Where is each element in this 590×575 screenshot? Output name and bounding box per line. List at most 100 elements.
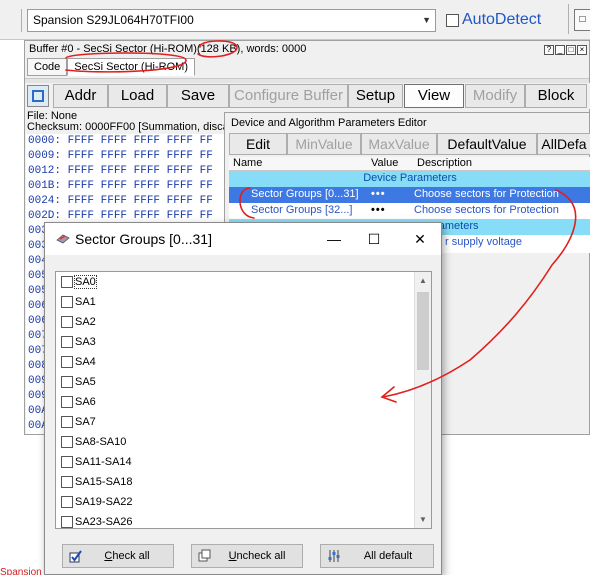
check-all-text: heck all <box>112 550 150 562</box>
device-select-value: Spansion S29JL064H70TFI00 <box>33 13 194 27</box>
sector-list[interactable]: ▲ ▼ SA0 SA1 SA2 SA3 SA4 SA5 SA6 SA7 SA8-SA10 SA11… <box>55 271 432 529</box>
tab-code[interactable]: Code <box>27 58 68 76</box>
checkbox-icon[interactable] <box>61 416 73 429</box>
load-button[interactable]: Load <box>108 84 167 108</box>
buffer-tabs: Code SecSi Sector (Hi-ROM) <box>27 58 195 78</box>
default-value-button[interactable]: DefaultValue <box>437 133 537 155</box>
column-value[interactable]: Value <box>371 157 398 170</box>
check-all-label: Check all <box>63 545 173 567</box>
max-value-button[interactable]: MaxValue <box>361 133 437 155</box>
sector-checkbox-item[interactable]: SA2 <box>61 313 96 331</box>
param-row-sector-groups-0-31[interactable]: Sector Groups [0...31] ••• Choose sector… <box>229 187 590 203</box>
file-info: File: None Checksum: 0000FF00 [Summation… <box>27 111 239 133</box>
sector-checkbox-item[interactable]: SA5 <box>61 373 96 391</box>
buffer-window-controls: ? _ □ × <box>543 43 587 55</box>
sector-label: SA19-SA22 <box>75 496 133 509</box>
sector-checkbox-item[interactable]: SA3 <box>61 333 96 351</box>
addr-button[interactable]: Addr <box>53 84 108 108</box>
sector-checkbox-item[interactable]: SA4 <box>61 353 96 371</box>
edit-button[interactable]: Edit <box>229 133 287 155</box>
sector-label: SA11-SA14 <box>75 456 132 469</box>
scrollbar[interactable]: ▲ ▼ <box>414 272 431 528</box>
param-description: r supply voltage <box>445 236 523 248</box>
sector-checkbox-item[interactable]: SA19-SA22 <box>61 493 132 511</box>
check-all-button[interactable]: Check all <box>62 544 174 568</box>
param-value: ••• <box>371 188 386 200</box>
autodetect-checkbox[interactable]: AutoDetect <box>446 11 541 29</box>
help-icon[interactable]: ? <box>544 45 554 55</box>
scroll-up-icon[interactable]: ▲ <box>415 272 431 289</box>
group-row-device-parameters[interactable]: Device Parameters <box>229 171 590 187</box>
buffer-title-size: (128 KB) <box>196 43 241 55</box>
main-toolbar: Spansion S29JL064H70TFI00 ▼ AutoDetect □ <box>0 0 590 40</box>
configure-buffer-button[interactable]: Configure Buffer <box>229 84 348 108</box>
sector-label: SA3 <box>75 336 96 349</box>
hex-row: 0024: FFFF FFFF FFFF FFFF FF <box>28 195 213 207</box>
param-row-sector-groups-32[interactable]: Sector Groups [32...] ••• Choose sectors… <box>229 203 590 219</box>
sector-checkbox-item[interactable]: SA6 <box>61 393 96 411</box>
device-select[interactable]: Spansion S29JL064H70TFI00 ▼ <box>27 9 436 32</box>
save-button[interactable]: Save <box>167 84 229 108</box>
maximize-icon[interactable]: □ <box>566 45 576 55</box>
view-button[interactable]: View <box>404 84 464 108</box>
checkbox-icon[interactable] <box>61 356 73 369</box>
min-value-button[interactable]: MinValue <box>287 133 361 155</box>
maximize-icon[interactable]: ☐ <box>363 229 385 249</box>
hex-row: 0009: FFFF FFFF FFFF FFFF FF <box>28 150 213 162</box>
sector-label: SA1 <box>75 296 96 309</box>
parameters-header: Name Value Description <box>229 157 590 171</box>
sector-checkbox-item[interactable]: SA15-SA18 <box>61 473 132 491</box>
close-icon[interactable]: × <box>577 45 587 55</box>
close-icon[interactable]: ✕ <box>409 229 431 249</box>
all-default-dialog-button[interactable]: All default <box>320 544 434 568</box>
checkbox-icon[interactable] <box>61 516 73 528</box>
checkbox-icon[interactable] <box>61 436 73 449</box>
modify-button[interactable]: Modify <box>465 84 525 108</box>
minimize-icon[interactable]: _ <box>555 45 565 55</box>
buffer-title-words: , words: 0000 <box>240 43 307 55</box>
uncheck-all-label: Uncheck all <box>192 545 302 567</box>
column-description[interactable]: Description <box>417 157 472 170</box>
scroll-thumb[interactable] <box>417 292 429 370</box>
checkbox-icon <box>446 13 459 27</box>
dialog-title: Sector Groups [0...31] <box>75 231 212 247</box>
sector-checkbox-item[interactable]: SA11-SA14 <box>61 453 132 471</box>
checkbox-icon[interactable] <box>61 496 73 509</box>
sector-label: SA4 <box>75 356 96 369</box>
sector-label: SA15-SA18 <box>75 476 133 489</box>
uncheck-all-text: ncheck all <box>236 550 286 562</box>
sector-checkbox-item[interactable]: SA0 <box>61 273 97 291</box>
checkbox-icon[interactable] <box>61 376 73 389</box>
checkbox-icon[interactable] <box>61 476 73 489</box>
chip-icon <box>56 234 70 244</box>
dialog-titlebar[interactable]: Sector Groups [0...31] — ☐ ✕ <box>45 223 441 255</box>
sector-label: SA23-SA26 <box>75 516 133 529</box>
minimize-icon[interactable]: — <box>323 229 345 249</box>
checkbox-icon[interactable] <box>61 316 73 329</box>
hex-row: 0000: FFFF FFFF FFFF FFFF FF <box>28 135 213 147</box>
toolbar-extra-button[interactable]: □ <box>574 9 590 31</box>
parameters-editor-title: Device and Algorithm Parameters Editor <box>231 117 427 129</box>
sector-label: SA5 <box>75 376 96 389</box>
checkbox-icon[interactable] <box>61 296 73 309</box>
column-name[interactable]: Name <box>233 157 262 170</box>
checkbox-icon[interactable] <box>61 456 73 469</box>
sector-checkbox-item[interactable]: SA23-SA26 <box>61 513 133 529</box>
buffer-view-icon[interactable] <box>27 85 49 107</box>
param-description: Choose sectors for Protection <box>414 204 559 216</box>
block-button[interactable]: Block <box>525 84 587 108</box>
scroll-down-icon[interactable]: ▼ <box>415 511 431 528</box>
checkbox-icon[interactable] <box>61 396 73 409</box>
tab-secsi-sector[interactable]: SecSi Sector (Hi-ROM) <box>67 58 195 76</box>
sector-checkbox-item[interactable]: SA7 <box>61 413 96 431</box>
sector-checkbox-item[interactable]: SA8-SA10 <box>61 433 126 451</box>
checkbox-icon[interactable] <box>61 336 73 349</box>
all-default-button[interactable]: AllDefa <box>537 133 590 155</box>
sector-groups-dialog: Sector Groups [0...31] — ☐ ✕ ▲ ▼ SA0 SA1 S… <box>44 222 442 575</box>
uncheck-all-button[interactable]: Uncheck all <box>191 544 303 568</box>
setup-button[interactable]: Setup <box>348 84 403 108</box>
sector-checkbox-item[interactable]: SA1 <box>61 293 96 311</box>
checkbox-icon[interactable] <box>61 276 73 289</box>
sector-label: SA7 <box>75 416 96 429</box>
autodetect-label: AutoDetect <box>462 11 542 28</box>
